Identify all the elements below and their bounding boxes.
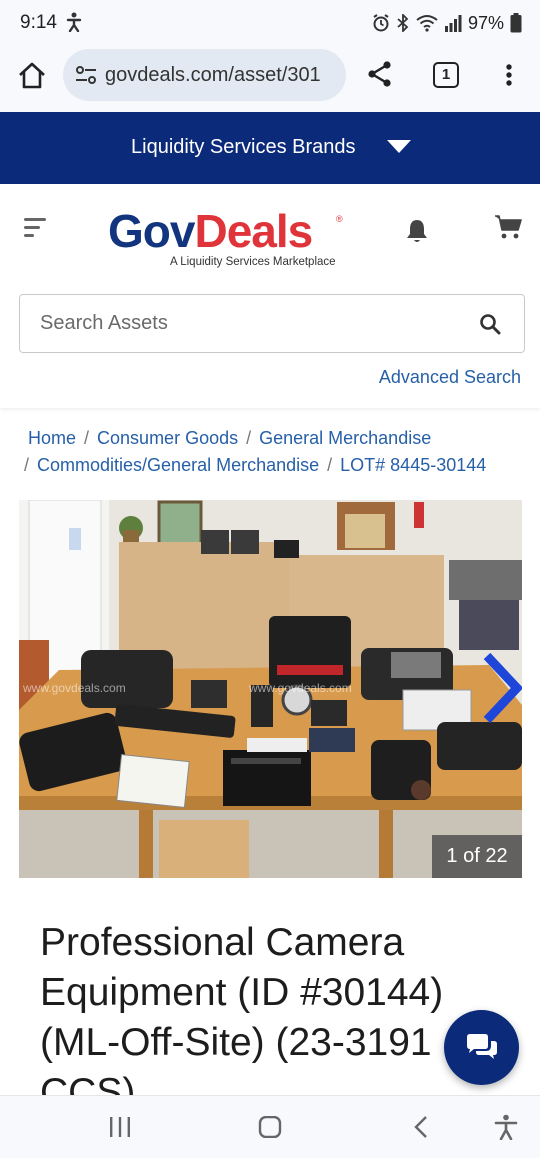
chat-button[interactable] [444,1010,519,1085]
next-image-arrow-icon[interactable] [481,652,522,724]
breadcrumb: Home / Consumer Goods / General Merchandise /… [24,425,528,479]
accessibility-icon [66,12,82,33]
back-icon[interactable] [412,1116,432,1143]
chat-bubbles-icon [467,1034,497,1059]
breadcrumb-commodities[interactable]: Commodities/General Merchandise [37,455,319,475]
alarm-icon [372,14,390,32]
item-title: Professional Camera Equipment (ID #30144… [40,921,444,1114]
search-box [19,294,525,353]
site-header: GovDeals ® A Liquidity Services Marketpl… [0,184,540,408]
brands-dropdown[interactable]: Liquidity Services Brands [0,112,540,184]
status-bar: 9:14 97% [0,0,540,46]
recent-apps-icon[interactable] [108,1116,132,1143]
share-icon[interactable] [366,60,394,88]
breadcrumb-home[interactable]: Home [28,428,76,448]
image-gallery[interactable]: www.govdeals.com www.govdeals.com 1 of 2… [19,500,522,878]
home-icon[interactable] [16,60,48,92]
govdeals-logo[interactable]: GovDeals ® A Liquidity Services Marketpl… [108,206,348,268]
advanced-search-link[interactable]: Advanced Search [379,367,521,388]
breadcrumb-separator: / [84,428,90,448]
url-text[interactable]: govdeals.com/asset/301 [105,64,341,87]
brands-label[interactable]: Liquidity Services Brands [131,136,356,159]
wifi-icon [416,14,438,32]
breadcrumb-separator: / [24,455,30,475]
home-nav-icon[interactable] [258,1115,282,1143]
system-nav-bar [0,1095,540,1158]
search-input[interactable] [40,295,460,352]
search-icon[interactable] [479,313,501,335]
item-photo[interactable]: www.govdeals.com www.govdeals.com [19,500,522,878]
breadcrumb-separator: / [246,428,252,448]
browser-toolbar: govdeals.com/asset/301 1 [0,46,540,112]
logo-registered: ® [336,214,343,224]
battery-icon [510,13,522,33]
breadcrumb-lot[interactable]: LOT# 8445-30144 [340,455,486,475]
address-bar[interactable]: govdeals.com/asset/301 [63,49,346,101]
image-counter: 1 of 22 [432,835,522,878]
status-time: 9:14 [20,12,57,33]
tab-switcher-button[interactable]: 1 [433,62,459,88]
tune-icon[interactable] [75,65,97,85]
hamburger-menu-icon[interactable] [24,217,48,239]
bluetooth-icon [396,14,410,32]
battery-percent: 97% [467,12,504,33]
breadcrumb-consumer-goods[interactable]: Consumer Goods [97,428,238,448]
logo-deals: Deals [194,205,313,257]
logo-tagline: A Liquidity Services Marketplace [170,256,336,268]
status-icons: 97% [372,12,522,34]
accessibility-nav-icon[interactable] [494,1114,518,1145]
watermark-text: www.govdeals.com [248,681,352,695]
bell-icon[interactable] [405,218,429,244]
breadcrumb-general-merchandise[interactable]: General Merchandise [259,428,431,448]
watermark-text: www.govdeals.com [22,681,126,695]
cart-icon[interactable] [494,214,522,240]
signal-icon [444,14,462,32]
breadcrumb-separator: / [327,455,333,475]
more-vert-icon[interactable] [498,60,520,90]
logo-gov: Gov [108,205,195,257]
chevron-down-icon[interactable] [386,139,412,160]
